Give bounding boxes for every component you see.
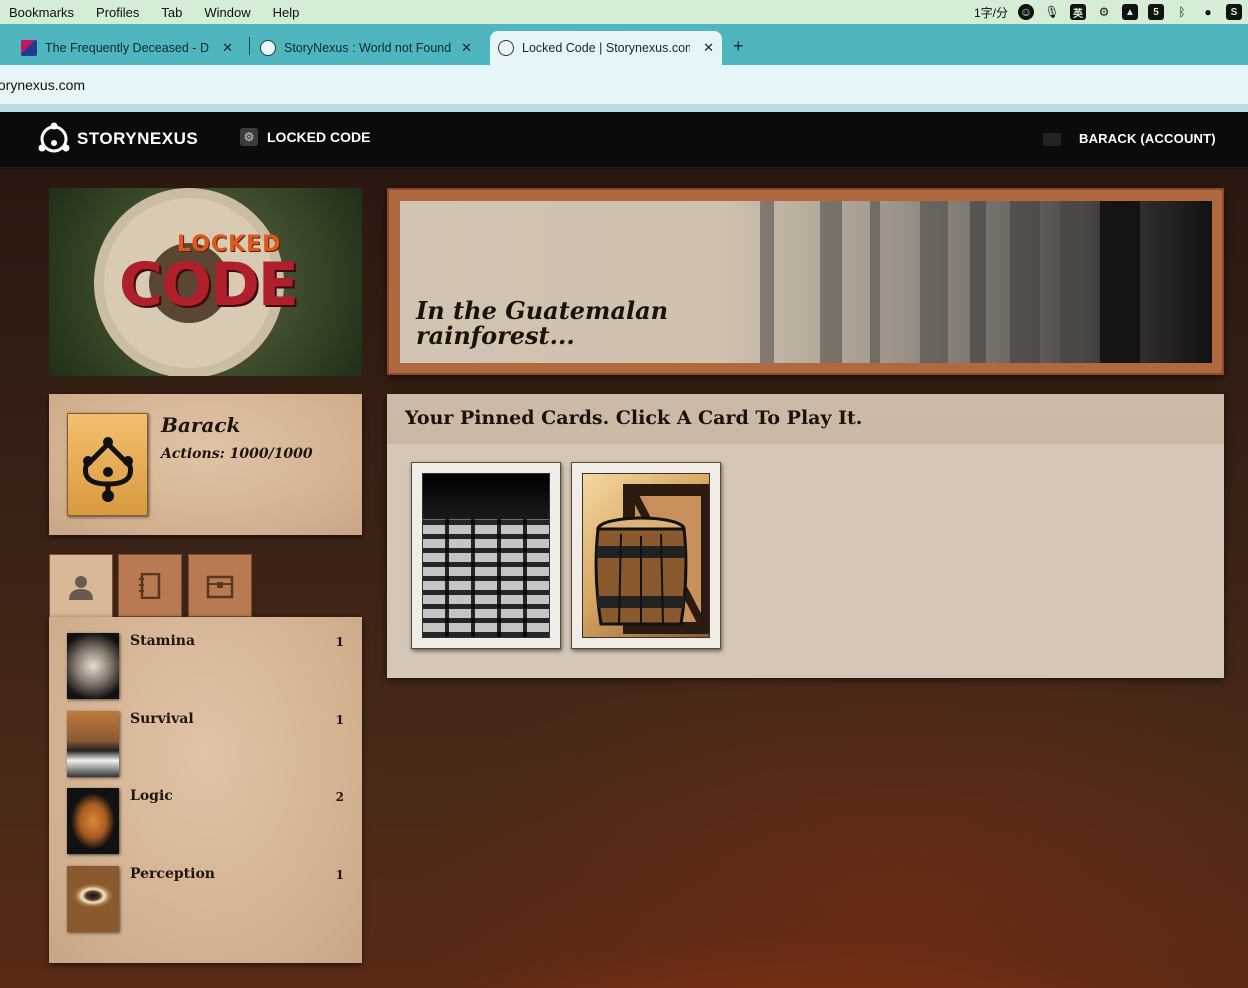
words-per-minute-indicator[interactable]: 1字/分 — [974, 4, 1008, 21]
close-icon[interactable]: ✕ — [461, 40, 472, 56]
menu-bar: Bookmarks Profiles Tab Window Help 1字/分 … — [0, 0, 1248, 24]
microphone-icon[interactable]: 🎙 — [1044, 4, 1060, 20]
quality-survival[interactable]: Survival 1 — [67, 711, 344, 777]
card-cobblestones[interactable] — [411, 462, 561, 649]
tab-title: StoryNexus : World not Found — [284, 41, 452, 55]
cobblestone-card-image — [422, 473, 550, 638]
chest-icon — [206, 575, 234, 598]
menu-tab[interactable]: Tab — [150, 5, 193, 20]
brain-icon — [67, 788, 119, 854]
url-text[interactable]: torynexus.com — [0, 77, 85, 93]
location-description: In the Guatemalan rainforest... — [416, 298, 668, 348]
notebook-icon — [139, 572, 161, 599]
pinned-cards-title: Your Pinned Cards. Click A Card To Play … — [405, 407, 863, 429]
location-banner: In the Guatemalan rainforest... — [387, 188, 1224, 375]
barrel-icon — [594, 484, 709, 634]
storynexus-avatar-icon — [82, 437, 134, 502]
quality-value: 1 — [335, 713, 344, 727]
mail-icon[interactable] — [1043, 133, 1061, 146]
tab-possessions[interactable] — [188, 554, 252, 617]
globe-icon — [498, 40, 514, 56]
flag-icon — [21, 40, 37, 56]
quality-stamina[interactable]: Stamina 1 — [67, 633, 344, 699]
drive-icon[interactable]: ▲ — [1122, 4, 1138, 20]
storynexus-logo[interactable]: STORYNEXUS — [37, 122, 198, 156]
quality-logic[interactable]: Logic 2 — [67, 788, 344, 854]
mountain-icon — [67, 711, 119, 777]
tab-storynexus-world-not-found[interactable]: StoryNexus : World not Found ✕ — [252, 31, 480, 65]
account-menu[interactable]: BARACK (ACCOUNT) — [1079, 131, 1216, 146]
quality-value: 1 — [335, 635, 344, 649]
tab-title: The Frequently Deceased - D — [45, 41, 209, 55]
brand-name: STORYNEXUS — [77, 129, 199, 148]
quality-name: Survival — [130, 711, 194, 727]
card-barrel[interactable] — [571, 462, 721, 649]
barrel-card-image — [582, 473, 710, 638]
tab-title: Locked Code | Storynexus.com — [522, 41, 690, 55]
new-tab-icon[interactable]: + — [733, 36, 744, 57]
storynexus-logo-icon — [38, 122, 70, 153]
globe-icon — [260, 40, 276, 56]
character-name: Barack — [161, 413, 241, 437]
quality-name: Stamina — [130, 633, 196, 649]
close-icon[interactable]: ✕ — [703, 40, 714, 56]
world-link[interactable]: ⚙ LOCKED CODE — [240, 128, 370, 146]
location-line-1: In the Guatemalan — [416, 296, 669, 325]
scrivener-icon[interactable]: S — [1226, 4, 1242, 20]
tab-bar: The Frequently Deceased - D ✕ StoryNexus… — [0, 24, 1248, 65]
quality-value: 2 — [335, 790, 344, 804]
quality-perception[interactable]: Perception 1 — [67, 866, 344, 932]
address-bar[interactable]: torynexus.com — [0, 65, 1248, 105]
smiley-icon[interactable]: ☺ — [1018, 4, 1034, 20]
pinned-cards-panel: Your Pinned Cards. Click A Card To Play … — [387, 394, 1224, 678]
character-avatar[interactable] — [67, 413, 148, 516]
menu-help[interactable]: Help — [262, 5, 311, 20]
qualities-panel: Stamina 1 Survival 1 Logic 2 Perception … — [49, 617, 362, 963]
tab-separator — [249, 37, 250, 55]
tab-locked-code[interactable]: Locked Code | Storynexus.com ✕ — [490, 31, 722, 65]
banner-code-text: CODE — [119, 250, 299, 320]
close-icon[interactable]: ✕ — [222, 40, 233, 56]
quality-value: 1 — [335, 868, 344, 882]
game-banner[interactable]: LOCKED CODE — [49, 188, 362, 376]
menu-bookmarks[interactable]: Bookmarks — [0, 5, 85, 20]
fist-icon — [67, 633, 119, 699]
location-line-2: rainforest... — [416, 321, 575, 350]
status-icons: 1字/分 ☺ 🎙 英 ⚙ ▲ 5 ᛒ ● S — [974, 0, 1248, 24]
actions-counter: Actions: 1000/1000 — [161, 446, 313, 462]
tab-journal[interactable] — [118, 554, 182, 617]
input-method-icon[interactable]: 英 — [1070, 4, 1086, 20]
html5-icon[interactable]: 5 — [1148, 4, 1164, 20]
character-panel: Barack Actions: 1000/1000 — [49, 394, 362, 535]
eye-icon — [67, 866, 119, 932]
tab-character[interactable] — [49, 554, 113, 618]
address-bar-divider — [0, 105, 1248, 112]
wechat-icon[interactable]: ● — [1200, 4, 1216, 20]
bluetooth-icon[interactable]: ᛒ — [1174, 4, 1190, 20]
rainforest-image: In the Guatemalan rainforest... — [400, 201, 1212, 363]
quality-name: Perception — [130, 866, 215, 882]
quality-name: Logic — [130, 788, 173, 804]
person-icon — [69, 575, 93, 600]
menu-profiles[interactable]: Profiles — [85, 5, 150, 20]
tab-frequently-deceased[interactable]: The Frequently Deceased - D ✕ — [13, 31, 241, 65]
openai-icon[interactable]: ⚙ — [1096, 4, 1112, 20]
menu-window[interactable]: Window — [193, 5, 261, 20]
pinned-cards-header: Your Pinned Cards. Click A Card To Play … — [387, 394, 1224, 444]
gear-icon: ⚙ — [240, 128, 258, 146]
world-title: LOCKED CODE — [267, 129, 371, 145]
